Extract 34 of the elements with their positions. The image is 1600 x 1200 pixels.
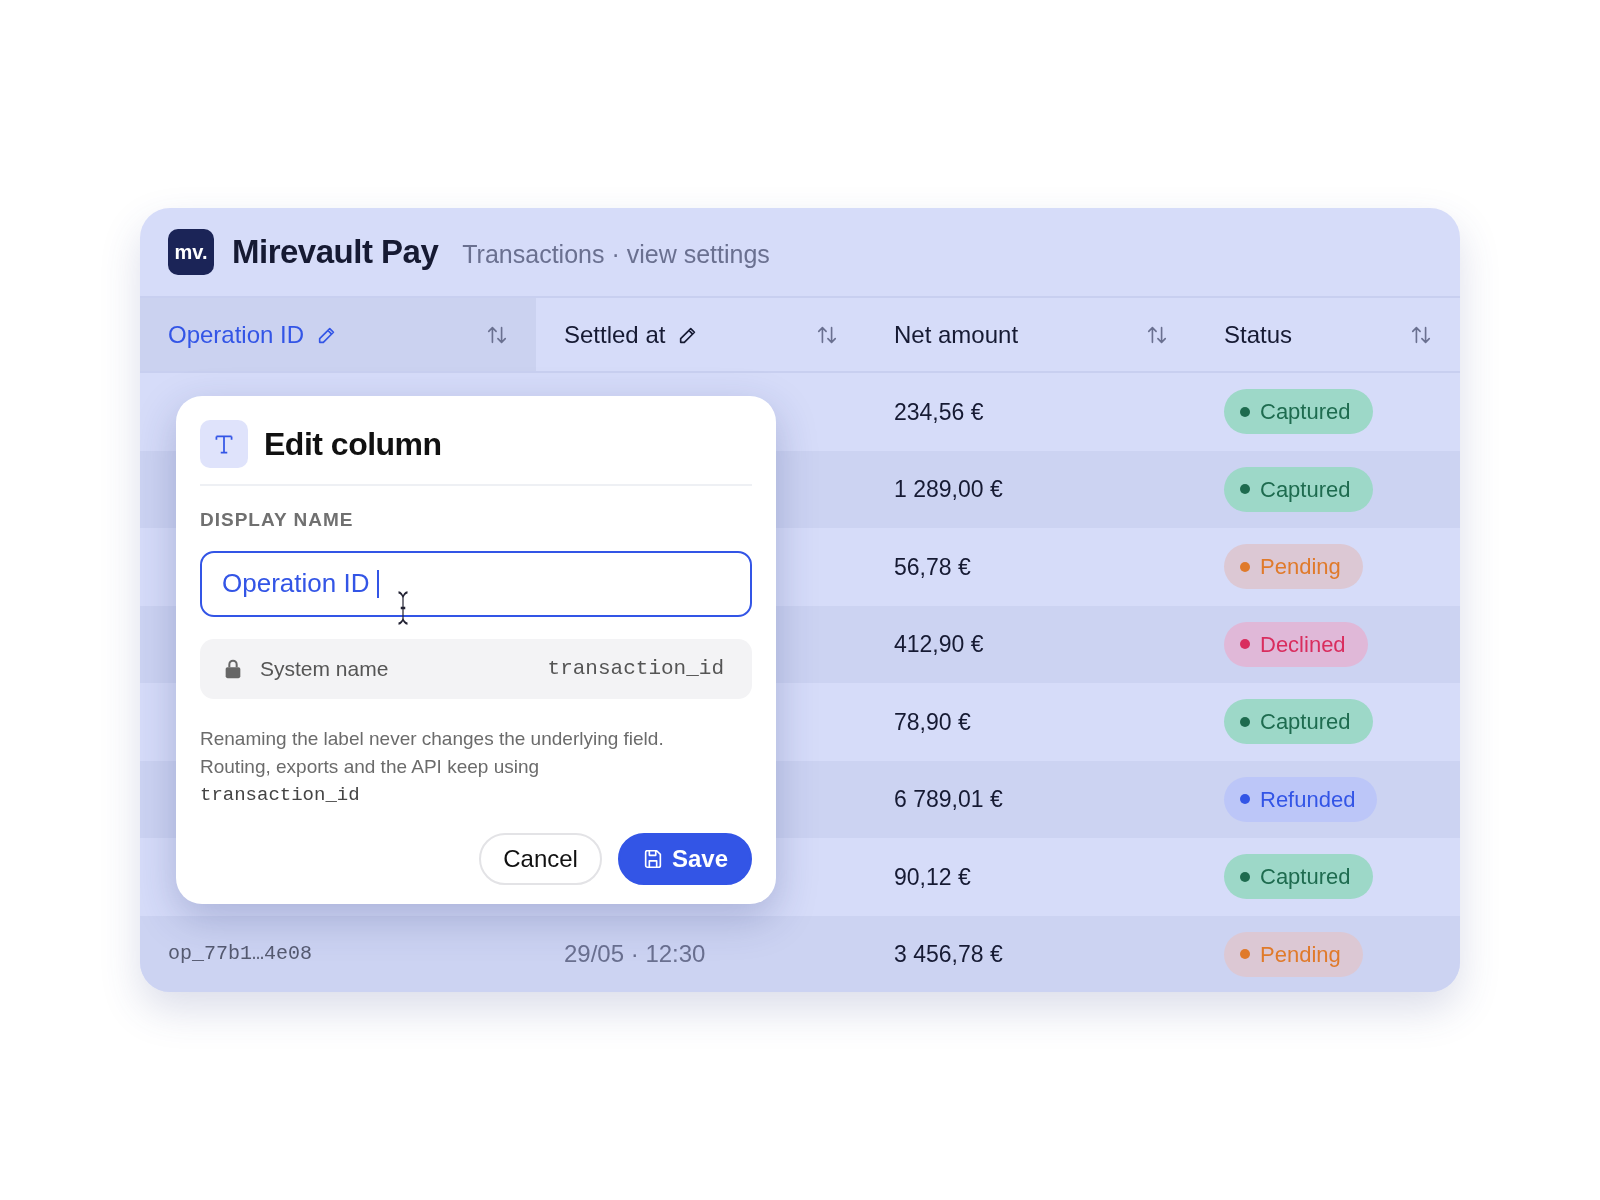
- app-name: Mirevault Pay: [232, 232, 439, 273]
- status-label: Captured: [1260, 398, 1351, 427]
- text-type-icon: [200, 420, 248, 468]
- page-subtitle: Transactions · view settings: [462, 239, 770, 271]
- status-label: Pending: [1260, 553, 1341, 582]
- system-name-label: System name: [260, 655, 389, 682]
- table-cell-text: 29/05 · 12:30: [564, 939, 706, 970]
- logo: mv.: [168, 229, 214, 275]
- save-button[interactable]: Save: [617, 832, 752, 885]
- status-label: Declined: [1260, 630, 1346, 659]
- table-cell-text: 6 789,01 €: [894, 785, 1003, 814]
- table-cell-text: op_77b1…4e08: [168, 941, 313, 968]
- column-header[interactable]: Net amount: [866, 298, 1196, 371]
- text-caret: [376, 569, 379, 598]
- column-header[interactable]: Operation ID: [140, 298, 536, 371]
- system-name-value: transaction_id: [547, 655, 724, 682]
- table-cell-text: 412,90 €: [894, 630, 984, 659]
- status-label: Pending: [1260, 940, 1341, 969]
- table-cell-text: 56,78 €: [894, 552, 971, 582]
- column-header[interactable]: Settled at: [536, 298, 866, 371]
- dialog-title: Edit column: [264, 425, 442, 464]
- table-cell-text: 234,56 €: [894, 397, 984, 427]
- table-cell-text: 3 456,78 €: [894, 940, 1003, 969]
- table-cell-text: 1 289,00 €: [894, 475, 1003, 504]
- status-label: Refunded: [1260, 785, 1356, 814]
- help-text: Renaming the label never changes the underlying field. Routing, exports and the API keep using transaction_id: [200, 726, 665, 808]
- status-label: Captured: [1260, 863, 1351, 892]
- status-label: Captured: [1260, 708, 1351, 737]
- column-header[interactable]: Status: [1196, 298, 1460, 371]
- field-label: DISPLAY NAME: [200, 508, 355, 532]
- status-label: Captured: [1260, 475, 1351, 504]
- table-cell-text: 78,90 €: [894, 707, 971, 737]
- cancel-button[interactable]: Cancel: [479, 832, 602, 885]
- table-cell-text: 90,12 €: [894, 862, 971, 892]
